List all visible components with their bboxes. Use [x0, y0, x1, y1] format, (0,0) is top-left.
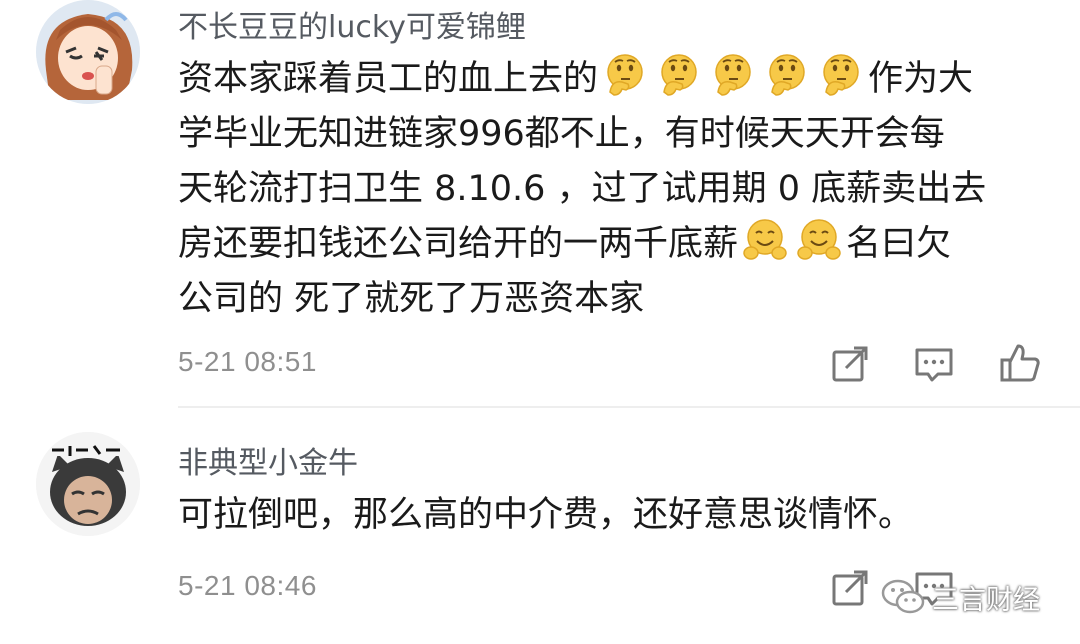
- share-icon: [832, 346, 868, 382]
- watermark: 三言财经: [880, 575, 1070, 619]
- comment-line: 学毕业无知进链家996都不止，有时候天天开会每: [178, 114, 945, 154]
- thumbs-up-icon: [1000, 344, 1040, 382]
- comment-line: 可拉倒吧，那么高的中介费，还好意思谈情怀。: [178, 495, 914, 535]
- reply-button[interactable]: [912, 342, 956, 386]
- comment-item: 不长豆豆的lucky可爱锦鲤 资本家踩着员工的血上去的 作为大 学毕业无知进链家9…: [0, 0, 1080, 408]
- hug-emoji: [743, 219, 787, 260]
- thinking-emoji: [607, 54, 643, 96]
- thinking-emoji: [769, 54, 805, 96]
- watermark-text: 三言财经: [932, 584, 1040, 616]
- like-button[interactable]: [998, 340, 1042, 384]
- thinking-emoji: [715, 54, 751, 96]
- comment-line: 天轮流打扫卫生 8.10.6 ，过了试用期 0 底薪卖出去: [178, 169, 987, 209]
- thinking-emoji: [823, 54, 859, 96]
- comment-timestamp: 5-21 08:46: [178, 570, 317, 601]
- emoji-group: [598, 54, 868, 99]
- comment-timestamp: 5-21 08:51: [178, 346, 317, 377]
- emoji-group: [738, 219, 846, 264]
- user-avatar[interactable]: [36, 432, 140, 536]
- hug-emoji: [797, 219, 841, 260]
- share-icon: [832, 570, 868, 606]
- thinking-emoji: [661, 54, 697, 96]
- username[interactable]: 非典型小金牛: [178, 438, 358, 482]
- comment-line: 资本家踩着员工的血上去的 作为大: [178, 52, 1058, 107]
- comment-line: 房还要扣钱还公司给开的一两千底薪 名曰欠: [178, 217, 1058, 272]
- comment-icon: [915, 348, 953, 382]
- comment-text: 资本家踩着员工的血上去的 作为大 学毕业无知进链家996都不止，有时候天天开会每 …: [178, 52, 1058, 327]
- username[interactable]: 不长豆豆的lucky可爱锦鲤: [178, 2, 526, 46]
- wechat-icon: [881, 579, 925, 614]
- comment-line: 公司的 死了就死了万恶资本家: [178, 279, 645, 319]
- share-button[interactable]: [828, 342, 872, 386]
- user-avatar[interactable]: [36, 0, 140, 104]
- comment-text: 可拉倒吧，那么高的中介费，还好意思谈情怀。: [178, 488, 1058, 543]
- share-button[interactable]: [828, 566, 872, 610]
